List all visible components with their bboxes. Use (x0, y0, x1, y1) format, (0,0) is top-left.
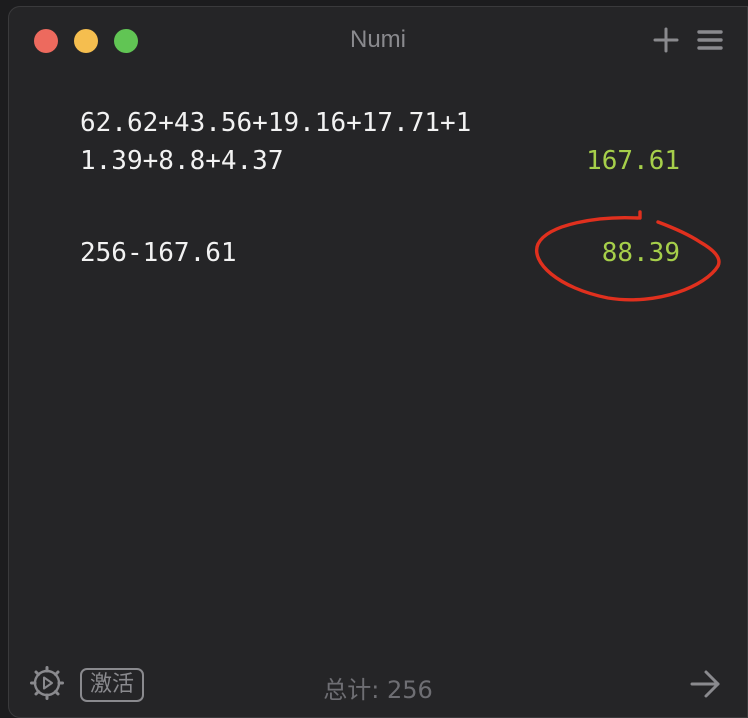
title-bar: Numi (8, 6, 748, 72)
result-line-2[interactable]: 167.61 (586, 146, 680, 176)
arrow-right-icon[interactable] (688, 666, 724, 702)
footer-bar: 激活 总计: 256 (8, 652, 748, 718)
hamburger-menu-icon (697, 30, 723, 50)
expression-line-1[interactable]: 62.62+43.56+19.16+17.71+1 (80, 108, 471, 138)
window-title: Numi (349, 26, 406, 53)
plus-icon (653, 27, 679, 53)
expression-line-2[interactable]: 1.39+8.8+4.37 (80, 146, 284, 176)
numi-window: Numi 62.62+43.56+19.16+17.71+1 1.39+8.8+… (8, 6, 748, 718)
menu-button[interactable] (694, 24, 726, 56)
expression-line-4[interactable]: 256-167.61 (80, 238, 237, 268)
calculation-editor[interactable]: 62.62+43.56+19.16+17.71+1 1.39+8.8+4.37 … (8, 72, 748, 652)
result-line-4[interactable]: 88.39 (602, 238, 680, 268)
total-label: 总计: 256 (323, 676, 433, 704)
add-document-button[interactable] (650, 24, 682, 56)
